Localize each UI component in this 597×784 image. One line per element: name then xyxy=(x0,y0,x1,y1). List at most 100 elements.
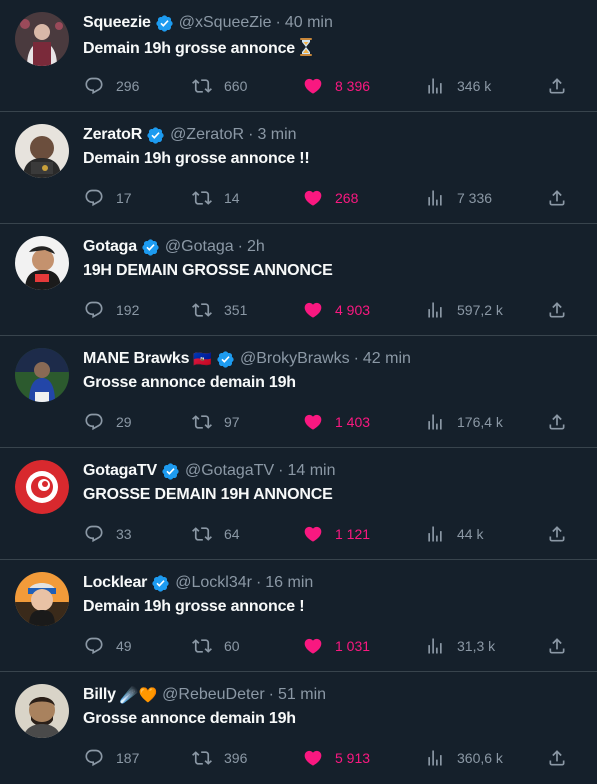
retweet-button[interactable]: 60 xyxy=(192,634,240,658)
tweet-time[interactable]: 42 min xyxy=(363,350,411,368)
reply-button[interactable]: 192 xyxy=(84,298,139,322)
author-handle[interactable]: @Gotaga xyxy=(165,238,234,256)
tweet-actions: 192 351 4 903 597,2 k xyxy=(0,298,597,322)
share-button[interactable] xyxy=(547,74,567,98)
views-button[interactable]: 31,3 k xyxy=(425,634,495,658)
author-handle[interactable]: @xSqueeZie xyxy=(179,14,272,32)
tweet[interactable]: MANE Brawks 🇭🇹 @BrokyBrawks · 42 min Gro… xyxy=(0,336,597,448)
avatar[interactable] xyxy=(15,124,69,178)
like-button[interactable]: 1 031 xyxy=(303,634,370,658)
tweet-text: Demain 19h grosse annonce ! xyxy=(83,598,305,616)
like-button[interactable]: 268 xyxy=(303,186,358,210)
author-name[interactable]: MANE Brawks xyxy=(83,350,189,368)
separator-dot: · xyxy=(353,350,359,367)
views-button[interactable]: 597,2 k xyxy=(425,298,503,322)
tweet-header: MANE Brawks 🇭🇹 @BrokyBrawks · 42 min xyxy=(83,348,411,370)
tweet-text-content: Grosse annonce demain 19h xyxy=(83,710,296,727)
share-button[interactable] xyxy=(547,746,567,770)
retweet-button[interactable]: 14 xyxy=(192,186,240,210)
reply-button[interactable]: 49 xyxy=(84,634,132,658)
verified-badge-icon xyxy=(146,126,165,145)
retweet-button[interactable]: 660 xyxy=(192,74,247,98)
author-name[interactable]: Squeezie xyxy=(83,14,151,32)
views-button[interactable]: 44 k xyxy=(425,522,483,546)
reply-button[interactable]: 17 xyxy=(84,186,132,210)
retweet-button[interactable]: 64 xyxy=(192,522,240,546)
tweet-time[interactable]: 51 min xyxy=(278,686,326,704)
like-count: 1 403 xyxy=(335,414,371,430)
author-name[interactable]: GotagaTV xyxy=(83,462,157,480)
author-name[interactable]: Locklear xyxy=(83,574,147,592)
retweet-count: 396 xyxy=(224,750,248,766)
avatar[interactable] xyxy=(15,460,69,514)
separator-dot: · xyxy=(248,126,254,143)
tweet[interactable]: Billy ☄️🧡 @RebeuDeter · 51 min Grosse an… xyxy=(0,672,597,784)
views-button[interactable]: 346 k xyxy=(425,74,491,98)
avatar[interactable] xyxy=(15,12,69,66)
views-button[interactable]: 176,4 k xyxy=(425,410,503,434)
tweet-text: Grosse annonce demain 19h xyxy=(83,710,296,728)
tweet-text: Demain 19h grosse annonce !! xyxy=(83,150,310,168)
tweet[interactable]: Locklear @Lockl34r · 16 min Demain 19h g… xyxy=(0,560,597,672)
share-button[interactable] xyxy=(547,186,567,210)
reply-icon xyxy=(85,525,103,543)
separator-dot: · xyxy=(268,686,274,703)
tweet[interactable]: ZeratoR @ZeratoR · 3 min Demain 19h gros… xyxy=(0,112,597,224)
avatar[interactable] xyxy=(15,684,69,738)
tweet-text-content: Demain 19h grosse annonce !! xyxy=(83,150,310,167)
retweet-icon xyxy=(192,527,212,541)
reply-icon xyxy=(85,749,103,767)
share-button[interactable] xyxy=(547,634,567,658)
tweet-time[interactable]: 3 min xyxy=(257,126,296,144)
share-button[interactable] xyxy=(547,410,567,434)
author-handle[interactable]: @RebeuDeter xyxy=(162,686,265,704)
separator-dot: · xyxy=(255,574,262,591)
author-name[interactable]: Billy xyxy=(83,686,116,704)
like-button[interactable]: 4 903 xyxy=(303,298,370,322)
tweet[interactable]: GotagaTV @GotagaTV · 14 min GROSSE DEMAI… xyxy=(0,448,597,560)
views-button[interactable]: 7 336 xyxy=(425,186,492,210)
tweet-time[interactable]: 2h xyxy=(247,238,265,256)
share-icon xyxy=(549,302,565,318)
reply-button[interactable]: 187 xyxy=(84,746,139,770)
retweet-button[interactable]: 97 xyxy=(192,410,240,434)
tweet-time[interactable]: 40 min xyxy=(285,14,333,32)
verified-badge-icon xyxy=(151,574,170,593)
tweet[interactable]: Gotaga @Gotaga · 2h 19H DEMAIN GROSSE AN… xyxy=(0,224,597,336)
heart-icon xyxy=(304,414,322,430)
retweet-button[interactable]: 396 xyxy=(192,746,247,770)
avatar[interactable] xyxy=(15,348,69,402)
author-handle[interactable]: @ZeratoR xyxy=(170,126,244,144)
reply-button[interactable]: 296 xyxy=(84,74,139,98)
tweet-header: Billy ☄️🧡 @RebeuDeter · 51 min xyxy=(83,684,326,706)
tweet-actions: 33 64 1 121 44 k xyxy=(0,522,597,546)
share-button[interactable] xyxy=(547,522,567,546)
tweet-text: Demain 19h grosse annonce xyxy=(83,38,313,58)
views-icon xyxy=(428,526,442,542)
tweet-actions: 187 396 5 913 360,6 k xyxy=(0,746,597,770)
like-count: 4 903 xyxy=(335,302,371,318)
like-button[interactable]: 5 913 xyxy=(303,746,370,770)
retweet-button[interactable]: 351 xyxy=(192,298,247,322)
reply-button[interactable]: 29 xyxy=(84,410,132,434)
reply-button[interactable]: 33 xyxy=(84,522,132,546)
views-icon xyxy=(428,638,442,654)
author-name[interactable]: ZeratoR xyxy=(83,126,142,144)
like-count: 8 396 xyxy=(335,78,371,94)
tweet[interactable]: Squeezie @xSqueeZie · 40 min Demain 19h … xyxy=(0,0,597,112)
author-handle[interactable]: @BrokyBrawks xyxy=(240,350,350,368)
like-button[interactable]: 1 403 xyxy=(303,410,370,434)
tweet-time[interactable]: 14 min xyxy=(287,462,335,480)
views-count: 597,2 k xyxy=(457,302,503,318)
like-button[interactable]: 8 396 xyxy=(303,74,370,98)
author-handle[interactable]: @Lockl34r xyxy=(175,574,252,592)
author-handle[interactable]: @GotagaTV xyxy=(185,462,274,480)
avatar[interactable] xyxy=(15,572,69,626)
tweet-time[interactable]: 16 min xyxy=(265,574,313,592)
retweet-count: 60 xyxy=(224,638,240,654)
avatar[interactable] xyxy=(15,236,69,290)
like-button[interactable]: 1 121 xyxy=(303,522,370,546)
share-button[interactable] xyxy=(547,298,567,322)
views-button[interactable]: 360,6 k xyxy=(425,746,503,770)
author-name[interactable]: Gotaga xyxy=(83,238,137,256)
